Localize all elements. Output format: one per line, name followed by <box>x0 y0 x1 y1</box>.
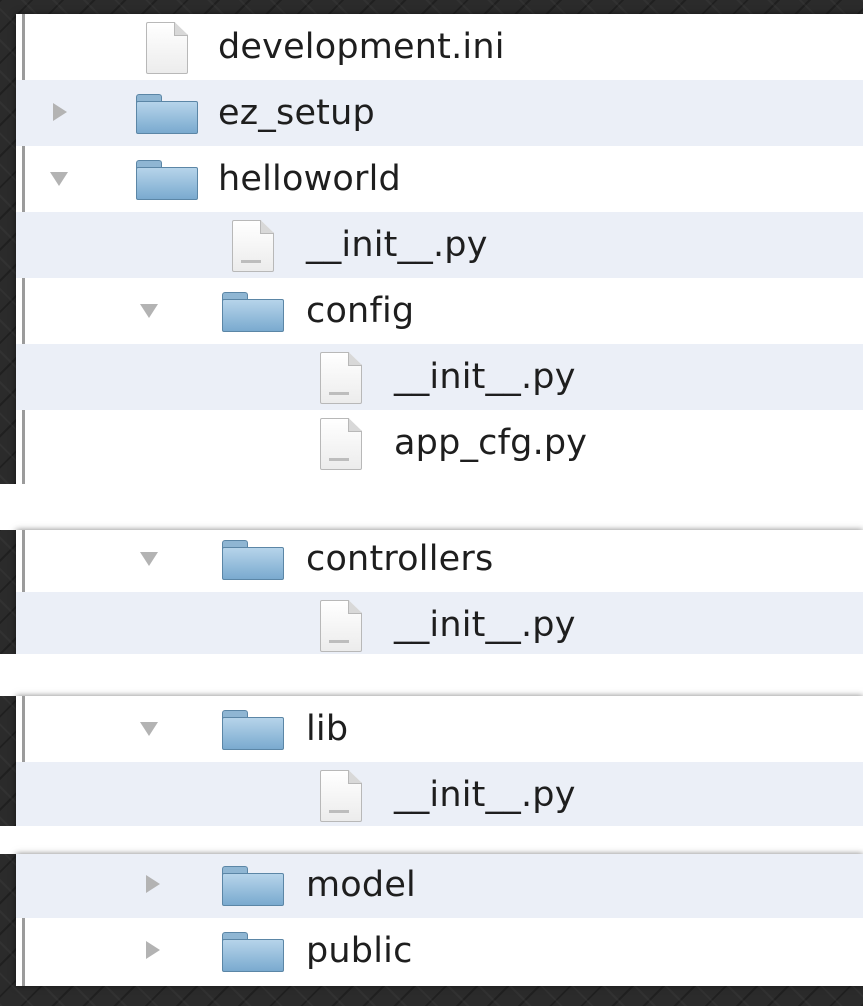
tree-row-controllers[interactable]: controllers <box>16 530 863 592</box>
folder-icon <box>222 866 284 906</box>
tree-row-label: config <box>306 291 415 331</box>
folder-icon <box>222 710 284 750</box>
disclosure-triangle-collapsed-icon[interactable] <box>53 103 67 121</box>
disclosure-triangle-expanded-icon[interactable] <box>140 552 158 566</box>
tree-row-label: lib <box>306 709 349 749</box>
folder-icon <box>222 292 284 332</box>
tree-row-label: __init__.py <box>394 357 576 397</box>
disclosure-triangle-expanded-icon[interactable] <box>140 722 158 736</box>
tree-row-config[interactable]: config <box>16 278 863 344</box>
tree-row-public[interactable]: public <box>16 918 863 984</box>
panel-gap <box>0 654 863 696</box>
python-file-icon <box>320 600 362 652</box>
panel-gap <box>0 484 863 530</box>
disclosure-triangle-expanded-icon[interactable] <box>140 304 158 318</box>
tree-row-label: model <box>306 865 416 905</box>
disclosure-triangle-collapsed-icon[interactable] <box>146 941 160 959</box>
tree-row-label: __init__.py <box>306 225 488 265</box>
tree-row-label: public <box>306 931 413 971</box>
panel-gap <box>0 826 863 854</box>
disclosure-triangle-expanded-icon[interactable] <box>50 172 68 186</box>
tree-row-helloworld[interactable]: helloworld <box>16 146 863 212</box>
folder-icon <box>136 94 198 134</box>
python-file-icon <box>320 770 362 822</box>
tree-row-lib[interactable]: lib <box>16 696 863 762</box>
disclosure-triangle-collapsed-icon[interactable] <box>146 875 160 893</box>
file-tree-panel-bottom: model public <box>16 854 863 986</box>
python-file-icon <box>320 352 362 404</box>
tree-row-controllers-init-py[interactable]: __init__.py <box>16 592 863 654</box>
folder-icon <box>136 160 198 200</box>
folder-icon <box>222 540 284 580</box>
python-file-icon <box>232 220 274 272</box>
file-tree-panel-controllers: controllers __init__.py <box>16 530 863 654</box>
tree-row-label: ez_setup <box>218 93 375 133</box>
folder-icon <box>222 932 284 972</box>
tree-row-app-cfg-py[interactable]: app_cfg.py <box>16 410 863 476</box>
tree-row-helloworld-init-py[interactable]: __init__.py <box>16 212 863 278</box>
file-tree-panel-lib: lib __init__.py <box>16 696 863 826</box>
tree-row-label: development.ini <box>218 27 505 67</box>
tree-row-label: controllers <box>306 539 494 579</box>
tree-row-model[interactable]: model <box>16 854 863 918</box>
python-file-icon <box>320 418 362 470</box>
tree-row-config-init-py[interactable]: __init__.py <box>16 344 863 410</box>
file-icon <box>146 22 188 74</box>
tree-row-ez-setup[interactable]: ez_setup <box>16 80 863 146</box>
tree-row-label: __init__.py <box>394 605 576 645</box>
tree-row-label: helloworld <box>218 159 401 199</box>
tree-row-development-ini[interactable]: development.ini <box>16 14 863 80</box>
tree-row-lib-init-py[interactable]: __init__.py <box>16 762 863 826</box>
file-tree-panel-top: development.ini ez_setup helloworld __in… <box>16 14 863 484</box>
tree-row-label: app_cfg.py <box>394 423 588 463</box>
tree-row-label: __init__.py <box>394 775 576 815</box>
